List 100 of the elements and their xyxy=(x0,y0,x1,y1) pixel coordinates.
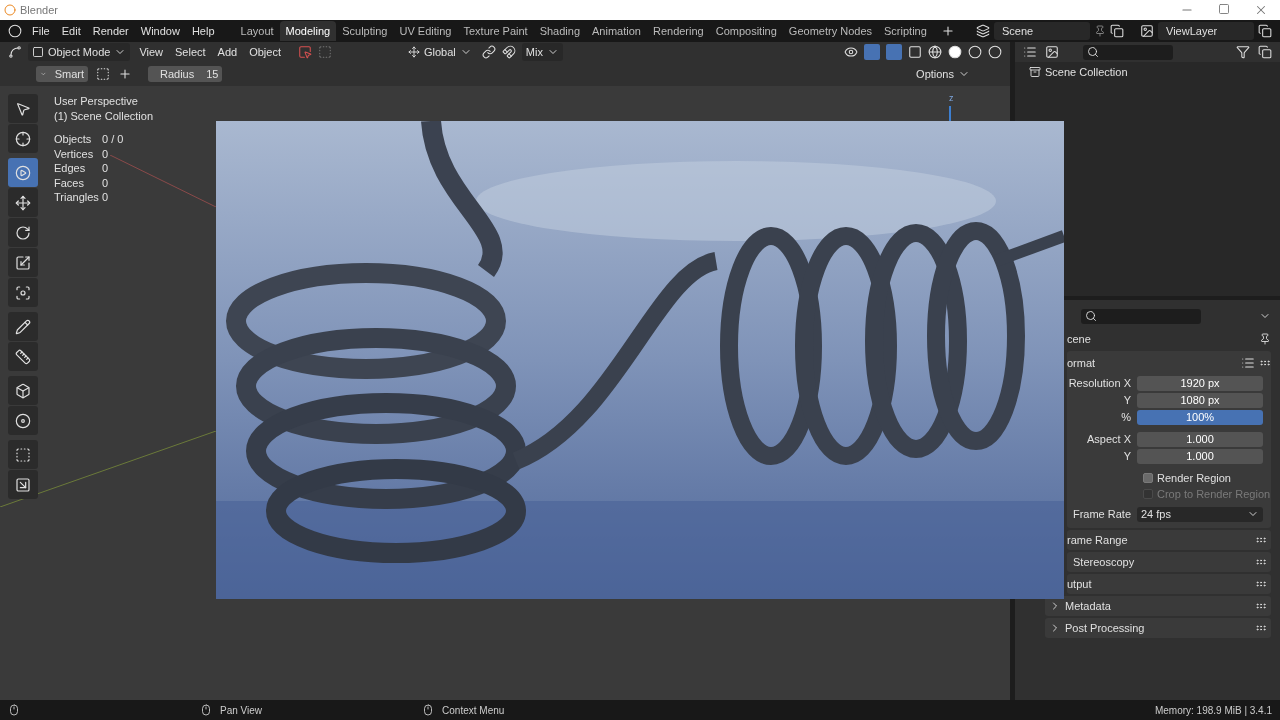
drag-handle-icon[interactable] xyxy=(1255,600,1267,612)
select-box-icon[interactable] xyxy=(96,67,110,81)
drag-handle-icon[interactable] xyxy=(1255,578,1267,590)
radius-field[interactable]: Radius 15 xyxy=(148,66,222,82)
field-label: Y xyxy=(1123,392,1131,408)
stat-value: 0 xyxy=(102,146,110,162)
number-field[interactable]: 1920 px xyxy=(1137,375,1263,391)
overlay-toggle[interactable] xyxy=(886,44,902,60)
rotate-icon xyxy=(15,224,31,241)
workspace-tab[interactable]: Layout xyxy=(234,21,280,41)
field-label: Resolution X xyxy=(1068,375,1131,391)
eye-icon[interactable] xyxy=(844,45,858,59)
tool-button[interactable] xyxy=(8,278,38,307)
material-shading-icon[interactable] xyxy=(968,45,982,59)
properties-search-field[interactable] xyxy=(1081,308,1201,324)
plus-icon[interactable] xyxy=(118,67,132,81)
view-layer-field[interactable]: ViewLayer xyxy=(1158,22,1254,40)
menu-item[interactable]: Object xyxy=(246,43,284,61)
workspace-tab[interactable]: Animation xyxy=(586,21,647,41)
new-collection-icon[interactable] xyxy=(1258,45,1272,59)
close-icon[interactable] xyxy=(1254,3,1268,17)
add-workspace-icon[interactable] xyxy=(940,24,955,38)
workspace-tab[interactable]: UV Editing xyxy=(393,21,458,41)
drag-handle-icon[interactable] xyxy=(1255,622,1267,634)
tool-button[interactable] xyxy=(8,376,38,405)
tool-button[interactable] xyxy=(8,124,38,153)
menu-item[interactable]: Edit xyxy=(55,22,87,40)
outliner-type-icon[interactable] xyxy=(1023,45,1037,59)
maximize-icon[interactable] xyxy=(1218,3,1230,15)
frame-rate-dropdown[interactable]: 24 fps xyxy=(1137,506,1263,522)
outliner-item[interactable]: Scene Collection xyxy=(1015,62,1280,82)
drag-handle-icon[interactable] xyxy=(1255,534,1267,546)
checkbox[interactable] xyxy=(1143,473,1153,483)
drag-handle-icon[interactable] xyxy=(1259,357,1271,369)
tool-button[interactable] xyxy=(8,94,38,123)
tool-button[interactable] xyxy=(8,470,38,499)
tool-button[interactable] xyxy=(8,218,38,247)
magnet-icon[interactable] xyxy=(501,45,516,59)
selection-dropdown[interactable]: Smart xyxy=(36,66,88,82)
workspace-tab[interactable]: Modeling xyxy=(279,21,337,41)
pin-icon[interactable] xyxy=(1259,333,1271,345)
scene-field[interactable]: Scene xyxy=(994,22,1090,40)
menu-item[interactable]: View xyxy=(136,43,167,61)
field-label: % xyxy=(1121,409,1131,425)
scale-icon xyxy=(15,254,31,271)
menu-item[interactable]: Select xyxy=(172,43,209,61)
wireframe-shading-icon[interactable] xyxy=(928,45,942,59)
mouse-icon xyxy=(8,704,20,716)
pin-icon[interactable] xyxy=(1094,25,1106,37)
copy-icon[interactable] xyxy=(1110,24,1124,38)
tool-button[interactable] xyxy=(8,406,38,435)
workspace-tab[interactable]: Texture Paint xyxy=(457,21,534,41)
options-dropdown[interactable]: Options xyxy=(916,65,970,83)
number-field[interactable]: 1080 px xyxy=(1137,392,1263,408)
workspace-tab[interactable]: Geometry Nodes xyxy=(782,21,878,41)
status-info: Memory: 198.9 MiB | 3.4.1 xyxy=(1154,703,1272,718)
link-icon[interactable] xyxy=(481,45,496,59)
tool-button[interactable] xyxy=(8,188,38,217)
crosshair-icon xyxy=(15,130,31,147)
stat-value: 0 / 0 xyxy=(102,132,125,147)
copy-icon[interactable] xyxy=(1258,24,1272,38)
section-header[interactable]: utput xyxy=(1067,575,1092,593)
gizmo-toggle[interactable] xyxy=(864,44,880,60)
display-mode-icon[interactable] xyxy=(1045,45,1059,59)
search-icon xyxy=(1085,310,1097,322)
editor-type-icon[interactable] xyxy=(8,45,22,59)
select-mode-icon[interactable] xyxy=(298,45,312,59)
menu-item[interactable]: Render xyxy=(86,22,135,40)
drag-handle-icon[interactable] xyxy=(1255,556,1267,568)
menu-item[interactable]: Window xyxy=(134,22,186,40)
tool-button[interactable] xyxy=(8,248,38,277)
solid-shading-icon[interactable] xyxy=(948,45,962,59)
menu-item[interactable]: Help xyxy=(185,22,221,40)
filter-icon[interactable] xyxy=(1236,45,1250,59)
window-title: Blender xyxy=(20,2,58,18)
xray-icon[interactable] xyxy=(908,45,922,59)
field-label: Y xyxy=(1123,448,1131,464)
mouse-icon xyxy=(422,704,435,716)
tool-button[interactable] xyxy=(8,342,38,371)
workspace-tab[interactable]: Sculpting xyxy=(336,21,394,41)
workspace-tab[interactable]: Scripting xyxy=(878,21,933,41)
render-shading-icon[interactable] xyxy=(988,45,1002,59)
number-field[interactable]: 100% xyxy=(1137,409,1263,425)
menu-item[interactable]: Add xyxy=(214,43,241,61)
scene-icon xyxy=(976,24,990,38)
number-field[interactable]: 1.000 xyxy=(1137,448,1263,464)
axes-icon xyxy=(408,46,420,58)
preset-icon[interactable] xyxy=(1241,356,1255,370)
tool-button[interactable] xyxy=(8,312,38,341)
orientation-dropdown[interactable]: Global xyxy=(404,43,476,61)
workspace-tab[interactable]: Rendering xyxy=(646,21,710,41)
stat-label: Vertices xyxy=(54,146,95,162)
workspace-tab[interactable]: Compositing xyxy=(709,21,783,41)
number-field[interactable]: 1.000 xyxy=(1137,431,1263,447)
move-icon xyxy=(15,194,31,211)
mode-dropdown[interactable]: Object Mode xyxy=(28,43,131,61)
menu-item[interactable]: File xyxy=(26,22,56,40)
snap-dropdown[interactable]: Mix xyxy=(521,43,563,61)
workspace-tab[interactable]: Shading xyxy=(533,21,587,41)
outliner-search-field[interactable] xyxy=(1083,44,1173,60)
